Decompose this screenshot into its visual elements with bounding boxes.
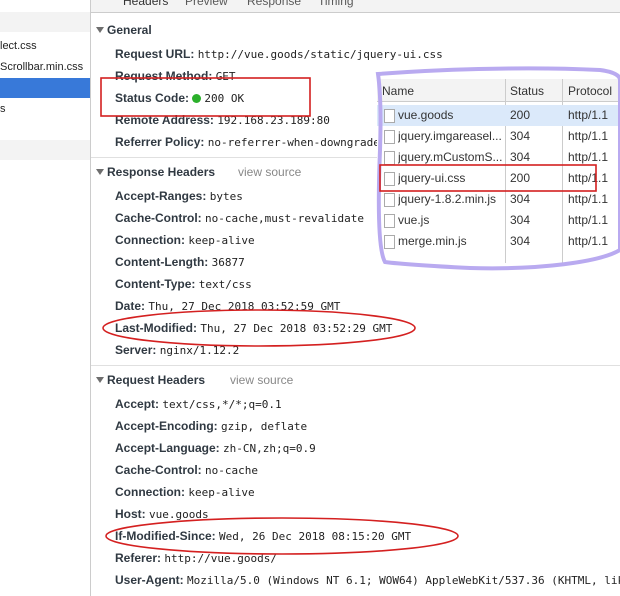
request-header-row: Cache-Control: no-cache bbox=[115, 463, 258, 477]
file-icon bbox=[384, 235, 395, 249]
request-list: lect.css Scrollbar.min.css s bbox=[0, 0, 91, 596]
response-header-row: Cache-Control: no-cache,must-revalidate bbox=[115, 211, 364, 225]
detail-tabs: Headers Preview Response Timing bbox=[91, 0, 620, 13]
divider bbox=[91, 365, 620, 366]
general-row: Request Method: GET bbox=[115, 69, 236, 83]
view-source-link[interactable]: view source bbox=[238, 165, 301, 179]
request-list-item[interactable]: Scrollbar.min.css bbox=[0, 57, 90, 77]
file-icon bbox=[384, 214, 395, 228]
network-row[interactable]: vue.goods 200 http/1.1 bbox=[377, 105, 620, 126]
response-header-row: Content-Length: 36877 bbox=[115, 255, 245, 269]
status-dot-icon bbox=[192, 94, 202, 103]
response-headers-title[interactable]: Response Headers bbox=[107, 165, 215, 179]
general-row: Remote Address: 192.168.23.189:80 bbox=[115, 113, 330, 127]
expand-triangle-icon[interactable] bbox=[96, 27, 104, 33]
response-header-row: Server: nginx/1.12.2 bbox=[115, 343, 240, 357]
request-header-row: Host: vue.goods bbox=[115, 507, 209, 521]
request-header-row: Accept-Language: zh-CN,zh;q=0.9 bbox=[115, 441, 316, 455]
response-header-row: Content-Type: text/css bbox=[115, 277, 252, 291]
expand-triangle-icon[interactable] bbox=[96, 377, 104, 383]
request-header-row: Accept: text/css,*/*;q=0.1 bbox=[115, 397, 282, 411]
column-header-protocol[interactable]: Protocol bbox=[568, 84, 612, 98]
general-section-title[interactable]: General bbox=[107, 23, 152, 37]
tab-headers[interactable]: Headers bbox=[123, 0, 168, 8]
view-source-link[interactable]: view source bbox=[230, 373, 293, 387]
response-header-row: Date: Thu, 27 Dec 2018 03:52:59 GMT bbox=[115, 299, 341, 313]
request-header-row: Referer: http://vue.goods/ bbox=[115, 551, 277, 565]
network-row[interactable]: jquery.mCustomS... 304 http/1.1 bbox=[377, 147, 620, 168]
expand-triangle-icon[interactable] bbox=[96, 169, 104, 175]
file-icon bbox=[384, 172, 395, 186]
file-icon bbox=[384, 151, 395, 165]
request-header-row: User-Agent: Mozilla/5.0 (Windows NT 6.1;… bbox=[115, 573, 620, 587]
general-row: Status Code: 200 OK bbox=[115, 91, 245, 105]
network-row[interactable]: merge.min.js 304 http/1.1 bbox=[377, 231, 620, 252]
response-header-row: Last-Modified: Thu, 27 Dec 2018 03:52:29… bbox=[115, 321, 393, 335]
request-list-item[interactable] bbox=[0, 12, 90, 32]
file-icon bbox=[384, 109, 395, 123]
request-list-item[interactable] bbox=[0, 140, 90, 160]
network-table-header: Name Status Protocol bbox=[377, 79, 620, 102]
tab-response[interactable]: Response bbox=[247, 0, 301, 8]
general-row: Referrer Policy: no-referrer-when-downgr… bbox=[115, 135, 380, 149]
tab-preview[interactable]: Preview bbox=[185, 0, 228, 8]
request-list-item[interactable]: s bbox=[0, 99, 90, 119]
request-header-row: If-Modified-Since: Wed, 26 Dec 2018 08:1… bbox=[115, 529, 412, 543]
file-icon bbox=[384, 193, 395, 207]
network-table: Name Status Protocol vue.goods 200 http/1.… bbox=[377, 79, 620, 263]
request-header-row: Connection: keep-alive bbox=[115, 485, 255, 499]
request-headers-title[interactable]: Request Headers bbox=[107, 373, 205, 387]
request-list-item-selected[interactable] bbox=[0, 78, 90, 98]
response-header-row: Accept-Ranges: bytes bbox=[115, 189, 243, 203]
column-header-name[interactable]: Name bbox=[382, 84, 414, 98]
network-row[interactable]: jquery-ui.css 200 http/1.1 bbox=[377, 168, 620, 189]
request-list-item[interactable]: lect.css bbox=[0, 36, 90, 56]
network-row[interactable]: jquery-1.8.2.min.js 304 http/1.1 bbox=[377, 189, 620, 210]
request-header-row: Accept-Encoding: gzip, deflate bbox=[115, 419, 308, 433]
network-row[interactable]: vue.js 304 http/1.1 bbox=[377, 210, 620, 231]
tab-timing[interactable]: Timing bbox=[318, 0, 354, 8]
general-row: Request URL: http://vue.goods/static/jqu… bbox=[115, 47, 443, 61]
column-header-status[interactable]: Status bbox=[510, 84, 544, 98]
file-icon bbox=[384, 130, 395, 144]
network-row[interactable]: jquery.imgareasel... 304 http/1.1 bbox=[377, 126, 620, 147]
response-header-row: Connection: keep-alive bbox=[115, 233, 255, 247]
